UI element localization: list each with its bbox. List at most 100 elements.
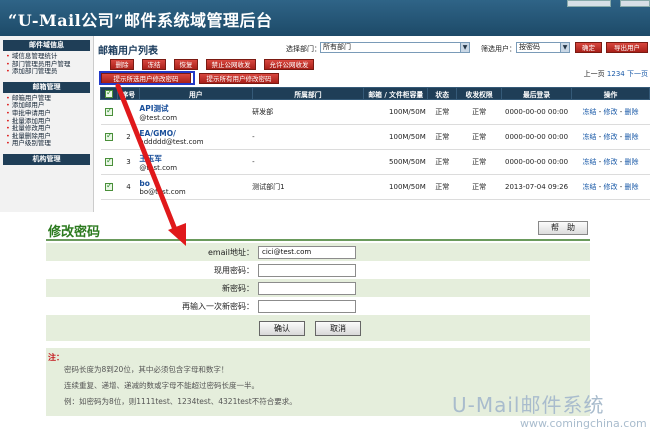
chevron-down-icon: ▼ bbox=[560, 43, 569, 52]
row-checkbox[interactable] bbox=[104, 156, 113, 166]
row-number: 3 bbox=[117, 149, 140, 175]
freeze-button[interactable]: 冻结 bbox=[142, 59, 166, 70]
quota-cell: 500M/50M bbox=[363, 149, 428, 175]
permission-cell[interactable]: 正常 bbox=[456, 149, 502, 175]
edit-link[interactable]: 修改 bbox=[604, 133, 618, 141]
edit-link[interactable]: 修改 bbox=[604, 183, 618, 191]
user-filter-select[interactable]: 按密码 ▼ bbox=[516, 42, 570, 53]
email-label: email地址： bbox=[46, 243, 258, 261]
change-password-header-button[interactable] bbox=[567, 0, 611, 7]
permission-cell[interactable]: 正常 bbox=[456, 99, 502, 125]
dept-cell: - bbox=[252, 124, 364, 150]
status-cell[interactable]: 正常 bbox=[427, 124, 457, 150]
row-checkbox[interactable] bbox=[104, 131, 113, 141]
page-title: 邮箱用户列表 bbox=[98, 46, 158, 57]
user-name-link[interactable]: bo bbox=[139, 179, 252, 188]
new-password-field[interactable] bbox=[258, 281, 356, 295]
note-line-1: 密码长度为8到20位，其中必须包含字母和数字！ bbox=[64, 365, 229, 374]
status-cell[interactable]: 正常 bbox=[427, 174, 457, 200]
edit-link[interactable]: 修改 bbox=[604, 158, 618, 166]
freeze-link[interactable]: 冻结 bbox=[583, 108, 597, 116]
delete-link[interactable]: 删除 bbox=[625, 158, 639, 166]
last-login-cell: 0000-00-00 00:00 bbox=[501, 124, 572, 150]
user-name-link[interactable]: 王玉军 bbox=[139, 153, 252, 164]
allow-public-mail-button[interactable]: 允许公网收发 bbox=[264, 59, 314, 70]
table-row: 2 EA/GMO/addddd@test.com - 100M/50M 正常 正… bbox=[100, 124, 650, 150]
status-cell[interactable]: 正常 bbox=[427, 99, 457, 125]
delete-link[interactable]: 删除 bbox=[625, 133, 639, 141]
user-filter-value: 按密码 bbox=[519, 43, 540, 51]
restore-button[interactable]: 恢复 bbox=[174, 59, 198, 70]
table-header-row: 序号 用户 所属部门 邮箱 / 文件柜容量 状态 收发权限 最后登录 操作 bbox=[100, 87, 650, 100]
email-field[interactable]: cici@test.com bbox=[258, 245, 356, 259]
col-header-user: 用户 bbox=[138, 87, 253, 100]
confirm-button[interactable]: 确认 bbox=[259, 320, 305, 336]
pagination: 上一页 1234 下一页 bbox=[584, 69, 648, 79]
ops-cell: 冻结 - 修改 - 删除 bbox=[571, 174, 650, 200]
repeat-password-label: 再输入一次新密码： bbox=[182, 301, 254, 311]
sidebar-heading: 机构管理 bbox=[3, 153, 90, 165]
dept-cell: 研发部 bbox=[252, 99, 364, 125]
app-header: “U-Mail公司”邮件系统域管理后台 bbox=[0, 0, 650, 36]
table-row: 1 API测试@test.com 研发部 100M/50M 正常 正常 0000… bbox=[100, 99, 650, 125]
pager-prev[interactable]: 上一页 bbox=[584, 70, 605, 78]
col-header-last-login: 最后登录 bbox=[501, 87, 573, 100]
col-header-no: 序号 bbox=[116, 87, 140, 100]
sidebar-item-user-levels[interactable]: 用户级别管理 bbox=[6, 140, 90, 148]
change-password-title: 修改密码 bbox=[48, 225, 101, 240]
sidebar-item-add-dept-admin[interactable]: 添加部门管理员 bbox=[6, 68, 90, 76]
table-row: 3 王玉军@test.com - 500M/50M 正常 正常 0000-00-… bbox=[100, 149, 650, 175]
freeze-link[interactable]: 冻结 bbox=[583, 133, 597, 141]
user-name-link[interactable]: EA/GMO/ bbox=[139, 129, 252, 138]
sidebar-section-mailbox: 邮箱管理 邮箱用户管理 添加邮用户 审批申请用户 批量添加用户 批量修改用户 批… bbox=[3, 81, 90, 150]
current-password-field[interactable] bbox=[258, 263, 356, 277]
col-header-ops: 操作 bbox=[571, 87, 650, 100]
col-header-quota: 邮箱 / 文件柜容量 bbox=[363, 87, 429, 100]
sidebar-heading: 邮件域信息 bbox=[3, 40, 90, 51]
pager-page-4[interactable]: 4 bbox=[620, 70, 624, 78]
permission-cell[interactable]: 正常 bbox=[456, 174, 502, 200]
ops-cell: 冻结 - 修改 - 删除 bbox=[571, 149, 650, 175]
row-checkbox[interactable] bbox=[104, 181, 113, 191]
help-button[interactable]: 帮 助 bbox=[538, 221, 588, 235]
export-users-button[interactable]: 导出用户 bbox=[606, 42, 648, 53]
freeze-link[interactable]: 冻结 bbox=[583, 158, 597, 166]
cancel-button[interactable]: 取消 bbox=[315, 320, 361, 336]
user-email: addddd@test.com bbox=[139, 137, 204, 146]
user-email: @test.com bbox=[139, 163, 178, 172]
logout-header-button[interactable] bbox=[620, 0, 650, 7]
row-number: 1 bbox=[117, 99, 140, 125]
delete-button[interactable]: 删除 bbox=[110, 59, 134, 70]
delete-link[interactable]: 删除 bbox=[625, 183, 639, 191]
delete-link[interactable]: 删除 bbox=[625, 108, 639, 116]
repeat-password-field[interactable] bbox=[258, 299, 356, 313]
pager-next[interactable]: 下一页 bbox=[627, 70, 648, 78]
app-title: “U-Mail公司”邮件系统域管理后台 bbox=[8, 11, 273, 30]
prompt-all-change-password-button[interactable]: 提示所有用户修改密码 bbox=[199, 73, 279, 84]
change-password-panel: 修改密码 帮 助 email地址： cici@test.com 现用密码： 新密… bbox=[0, 212, 650, 447]
dept-cell: - bbox=[252, 149, 364, 175]
note-line-3: 例：如密码为8位，则1111test、1234test、4321test不符合要… bbox=[64, 397, 297, 406]
block-public-mail-button[interactable]: 禁止公网收发 bbox=[206, 59, 256, 70]
watermark-brand: U-Mail邮件系统 bbox=[452, 393, 605, 417]
note-label: 注： bbox=[48, 353, 64, 362]
chevron-down-icon: ▼ bbox=[460, 43, 469, 52]
new-password-label: 新密码： bbox=[46, 279, 258, 297]
freeze-link[interactable]: 冻结 bbox=[583, 183, 597, 191]
dept-filter-select[interactable]: 所有部门 ▼ bbox=[320, 42, 470, 53]
select-all-checkbox[interactable] bbox=[100, 87, 118, 100]
divider bbox=[46, 239, 590, 241]
row-number: 2 bbox=[117, 124, 140, 150]
quota-cell: 100M/50M bbox=[363, 99, 428, 125]
status-cell[interactable]: 正常 bbox=[427, 149, 457, 175]
user-email: @test.com bbox=[139, 113, 178, 122]
edit-link[interactable]: 修改 bbox=[604, 108, 618, 116]
permission-cell[interactable]: 正常 bbox=[456, 124, 502, 150]
user-table: 序号 用户 所属部门 邮箱 / 文件柜容量 状态 收发权限 最后登录 操作 1 … bbox=[100, 87, 650, 200]
row-checkbox[interactable] bbox=[104, 106, 113, 116]
user-name-link[interactable]: API测试 bbox=[139, 103, 252, 114]
col-header-status: 状态 bbox=[427, 87, 458, 100]
highlight-box bbox=[99, 71, 195, 85]
last-login-cell: 2013-07-04 09:26 bbox=[501, 174, 572, 200]
confirm-filter-button[interactable]: 确定 bbox=[575, 42, 602, 53]
